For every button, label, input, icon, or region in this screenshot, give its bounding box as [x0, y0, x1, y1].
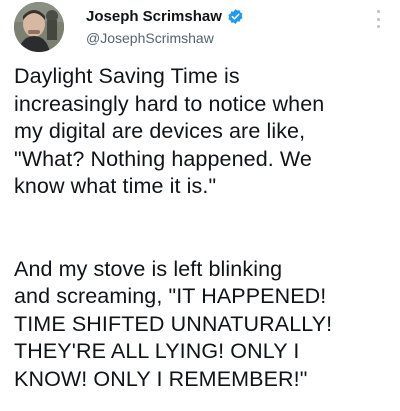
user-handle[interactable]: @JosephScrimshaw: [86, 30, 214, 46]
tweet: Joseph Scrimshaw @JosephScrimshaw Daylig…: [0, 0, 400, 411]
more-options-icon[interactable]: [371, 8, 385, 30]
tweet-line: And my stove is left blinking: [14, 256, 283, 281]
name-row[interactable]: Joseph Scrimshaw: [86, 6, 244, 26]
tweet-text: Daylight Saving Time is increasingly har…: [14, 63, 396, 393]
more-dot: [376, 25, 380, 28]
tweet-line: increasingly hard to notice when: [14, 91, 325, 116]
display-name[interactable]: Joseph Scrimshaw: [86, 8, 222, 25]
verified-badge-icon: [227, 8, 244, 25]
tweet-line: "What? Nothing happened. We: [14, 146, 312, 171]
avatar[interactable]: [14, 2, 64, 52]
tweet-line: Daylight Saving Time is: [14, 64, 240, 88]
tweet-paragraph-1: Daylight Saving Time is increasingly har…: [14, 63, 396, 201]
tweet-line: and screaming, "IT HAPPENED!: [14, 284, 327, 308]
tweet-line: know what time it is.": [14, 174, 217, 198]
more-dot: [376, 17, 380, 21]
tweet-paragraph-2: And my stove is left blinking and scream…: [14, 256, 396, 394]
tweet-line: KNOW! ONLY I REMEMBER!": [14, 366, 308, 391]
tweet-line: THEY'RE ALL LYING! ONLY I: [14, 339, 300, 363]
more-dot: [376, 10, 380, 13]
tweet-line: my digital are devices are like,: [14, 119, 306, 143]
tweet-line: TIME SHIFTED UNNATURALLY!: [14, 311, 333, 336]
